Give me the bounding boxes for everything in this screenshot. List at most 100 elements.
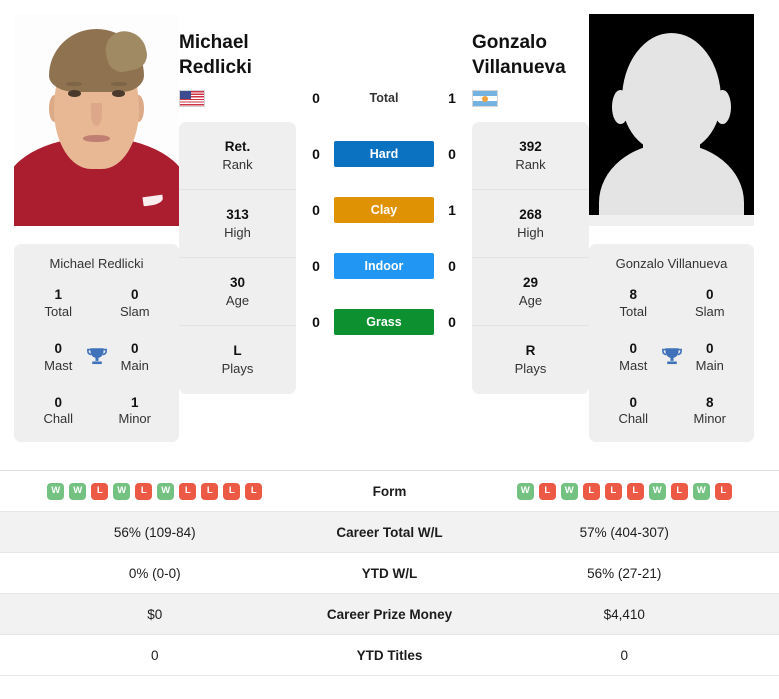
right-info-high: 268 High	[472, 190, 589, 259]
value: 0	[130, 287, 139, 302]
label: Chall	[43, 411, 74, 427]
form-badge-loss[interactable]: L	[91, 482, 109, 500]
left-info-card: Ret. Rank 313 High 30 Age L Plays	[179, 122, 296, 394]
right-ytd-titles: 0	[620, 647, 628, 663]
h2h-grass-right: 0	[448, 314, 456, 330]
form-badge-loss[interactable]: L	[135, 482, 153, 500]
left-first-name: Michael	[179, 32, 249, 53]
h2h-total-label: Total	[369, 91, 399, 105]
label: Plays	[221, 360, 254, 376]
left-titles-minor: 1 Minor	[97, 395, 174, 429]
form-badge-loss[interactable]: L	[714, 482, 732, 500]
label: Chall	[618, 411, 649, 427]
left-form-cell: WWLWLWLLLL	[0, 482, 310, 500]
left-career-prize-money: $0	[147, 606, 163, 622]
left-ytd-wl: 0% (0-0)	[128, 565, 181, 581]
form-badge-win[interactable]: W	[692, 482, 710, 500]
value: 1	[130, 394, 139, 410]
h2h-total-left: 0	[312, 90, 320, 106]
table-row-form: WWLWLWLLLL Form WLWLLLWLWL	[0, 471, 779, 512]
left-titles-card: Michael Redlicki 1 Total 0 Slam 0 Mast 0…	[14, 244, 179, 443]
right-info-plays: R Plays	[472, 326, 589, 393]
value: 392	[519, 139, 542, 155]
value: L	[233, 343, 242, 359]
form-badge-loss[interactable]: L	[223, 482, 241, 500]
form-badge-loss[interactable]: L	[604, 482, 622, 500]
value: 8	[629, 287, 637, 302]
label: Rank	[222, 156, 253, 172]
table-row-career-prize-money: $0 Career Prize Money $4,410	[0, 594, 779, 635]
h2h-grass-left: 0	[312, 314, 320, 330]
right-info-card: 392 Rank 268 High 29 Age R Plays	[472, 122, 589, 394]
left-player-panel: Michael Redlicki 1 Total 0 Slam 0 Mast 0…	[14, 14, 179, 443]
h2h-row-indoor: 0 Indoor 0	[296, 238, 472, 294]
form-badge-loss[interactable]: L	[538, 482, 556, 500]
form-badge-win[interactable]: W	[648, 482, 666, 500]
surface-badge-clay[interactable]: Clay	[334, 197, 434, 223]
row-label-ytd-titles: YTD Titles	[356, 647, 423, 663]
table-row-career-total-wl: 56% (109-84) Career Total W/L 57% (404-3…	[0, 512, 779, 553]
right-info-rank: 392 Rank	[472, 122, 589, 191]
right-titles-player-name: Gonzalo Villanueva	[615, 256, 728, 271]
label: Rank	[515, 156, 546, 172]
right-titles-card: Gonzalo Villanueva 8 Total 0 Slam 0 Mast	[589, 244, 754, 443]
form-badge-loss[interactable]: L	[582, 482, 600, 500]
surface-badge-indoor[interactable]: Indoor	[334, 253, 434, 279]
left-titles-grid: 1 Total 0 Slam 0 Mast 0 Main 0 Chall 1 M…	[20, 287, 173, 428]
placeholder-avatar-icon	[589, 14, 754, 226]
label: Slam	[694, 303, 725, 319]
value: 268	[519, 207, 542, 223]
form-badge-loss[interactable]: L	[201, 482, 219, 500]
h2h-row-hard: 0 Hard 0	[296, 126, 472, 182]
label: High	[224, 224, 251, 240]
left-titles-chall: 0 Chall	[20, 395, 97, 429]
label: Total	[619, 303, 647, 319]
right-player-name[interactable]: Gonzalo Villanueva	[472, 14, 589, 80]
left-player-photo[interactable]	[14, 14, 179, 226]
form-badge-win[interactable]: W	[113, 482, 131, 500]
value: 30	[229, 275, 246, 291]
player-comparison-page: Michael Redlicki 1 Total 0 Slam 0 Mast 0…	[0, 0, 779, 699]
form-badge-win[interactable]: W	[516, 482, 534, 500]
us-flag-icon	[179, 90, 205, 108]
value: Ret.	[224, 139, 251, 155]
right-titles-minor: 8 Minor	[672, 395, 749, 429]
form-badge-loss[interactable]: L	[245, 482, 263, 500]
left-titles-slam: 0 Slam	[97, 287, 174, 321]
surface-badge-hard[interactable]: Hard	[334, 141, 434, 167]
left-form-strip: WWLWLWLLLL	[0, 482, 310, 500]
portrait-illustration	[14, 14, 179, 226]
left-ytd-titles: 0	[150, 647, 159, 663]
row-label-career-total-wl: Career Total W/L	[336, 524, 443, 540]
form-badge-win[interactable]: W	[47, 482, 65, 500]
trophy-icon	[86, 347, 107, 364]
table-row-ytd-titles: 0 YTD Titles 0	[0, 635, 779, 676]
form-badge-loss[interactable]: L	[670, 482, 688, 500]
left-info-age: 30 Age	[179, 258, 296, 327]
left-info-high: 313 High	[179, 190, 296, 259]
right-player-photo[interactable]	[589, 14, 754, 226]
right-titles-grid: 8 Total 0 Slam 0 Mast 0 Main 0 Chall 8 M…	[595, 287, 748, 428]
form-badge-win[interactable]: W	[157, 482, 175, 500]
left-titles-total: 1 Total	[20, 287, 97, 321]
right-form-strip: WLWLLLWLWL	[470, 482, 779, 500]
right-titles-chall: 0 Chall	[595, 395, 672, 429]
h2h-row-total: 0 Total 1	[296, 70, 472, 126]
label: Slam	[119, 303, 150, 319]
h2h-hard-right: 0	[448, 146, 456, 162]
comparison-header: Michael Redlicki 1 Total 0 Slam 0 Mast 0…	[0, 0, 779, 470]
right-info-age: 29 Age	[472, 258, 589, 327]
value: 1	[54, 287, 62, 302]
form-badge-win[interactable]: W	[560, 482, 578, 500]
table-row-ytd-wl: 0% (0-0) YTD W/L 56% (27-21)	[0, 553, 779, 594]
h2h-row-grass: 0 Grass 0	[296, 294, 472, 350]
value: 313	[226, 207, 249, 223]
value: 0	[629, 394, 637, 410]
form-badge-loss[interactable]: L	[626, 482, 644, 500]
form-badge-win[interactable]: W	[69, 482, 87, 500]
trophy-icon	[661, 347, 682, 364]
h2h-clay-right: 1	[448, 202, 456, 218]
left-player-name[interactable]: Michael Redlicki	[179, 14, 296, 80]
form-badge-loss[interactable]: L	[179, 482, 197, 500]
surface-badge-grass[interactable]: Grass	[334, 309, 434, 335]
